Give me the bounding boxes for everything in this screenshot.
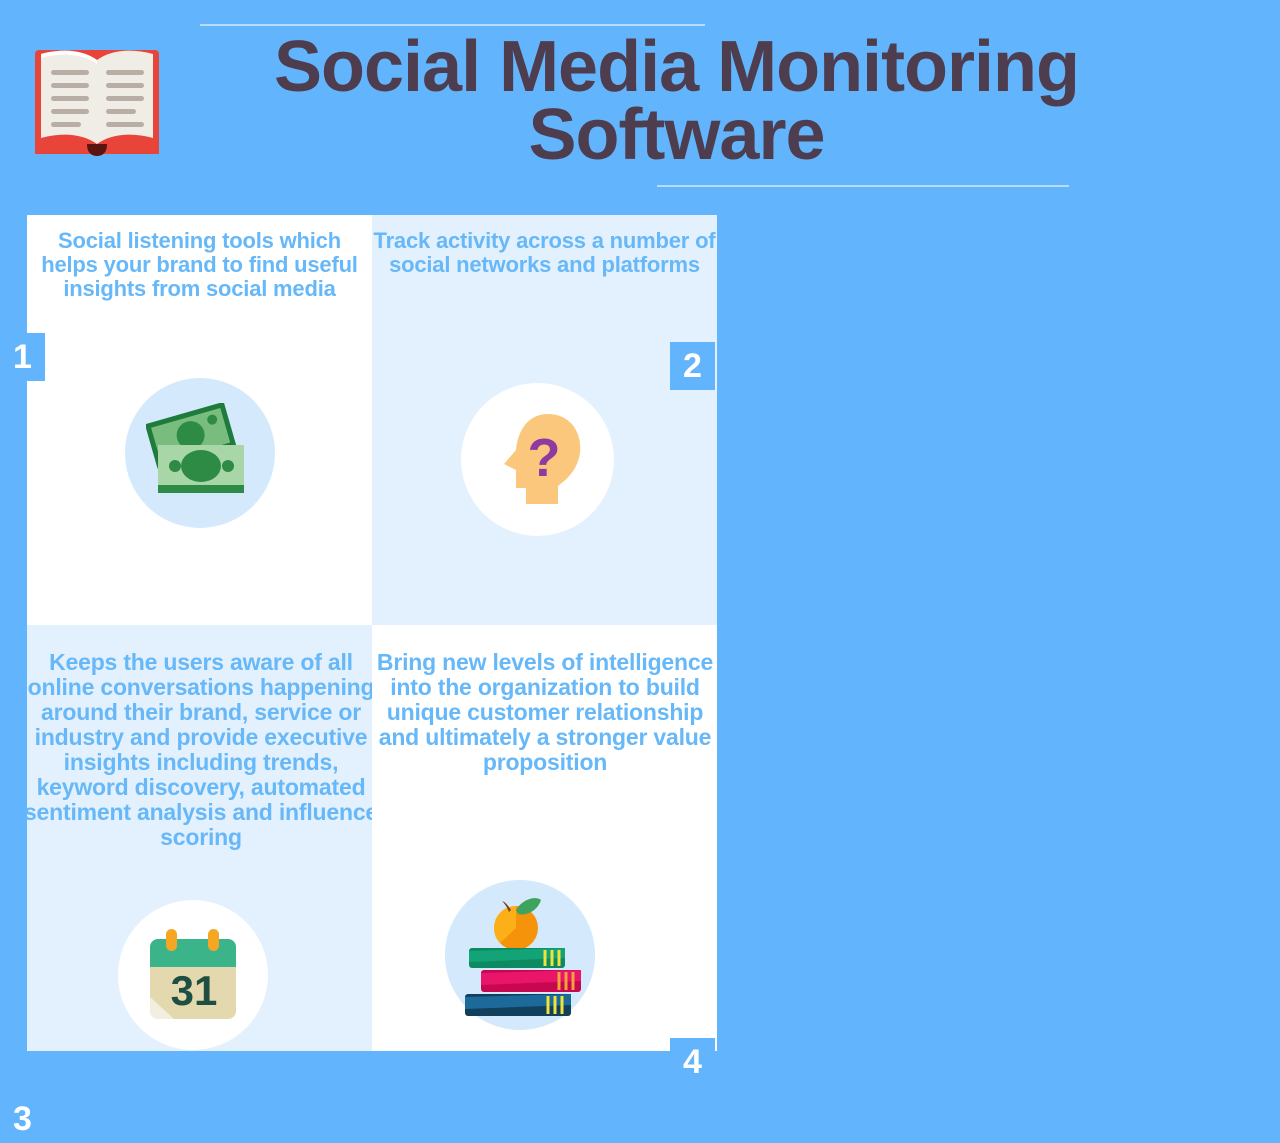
card-3-text: Keeps the users aware of all online conv… xyxy=(23,649,379,851)
calendar-day-label: 31 xyxy=(171,967,218,1014)
head-question-mark-icon: ? xyxy=(461,383,614,536)
cards-grid: Social listening tools which helps your … xyxy=(0,215,717,1143)
money-banknotes-icon xyxy=(125,378,275,528)
card-1-number-badge: 1 xyxy=(0,333,45,381)
title-block: Social Media Monitoring Software xyxy=(200,24,1135,188)
title-rule-bottom xyxy=(657,185,1069,188)
page-title: Social Media Monitoring Software xyxy=(273,27,1080,175)
page-header: Social Media Monitoring Software xyxy=(0,0,1280,200)
card-1-text: Social listening tools which helps your … xyxy=(41,228,358,301)
card-3-number-badge: 3 xyxy=(0,1095,45,1143)
card-4-number-badge: 4 xyxy=(670,1038,715,1086)
title-rule-top xyxy=(200,24,705,26)
card-2-text: Track activity across a number of social… xyxy=(373,228,716,277)
svg-text:?: ? xyxy=(527,428,560,488)
card-2-number-badge: 2 xyxy=(670,342,715,390)
calendar-icon: 31 xyxy=(118,900,268,1050)
card-1[interactable]: Social listening tools which helps your … xyxy=(0,215,372,625)
card-2[interactable]: Track activity across a number of social… xyxy=(372,215,717,625)
books-stack-with-orange-icon xyxy=(445,880,595,1030)
open-book-icon xyxy=(27,36,167,156)
card-4-text: Bring new levels of intelligence into th… xyxy=(376,649,714,776)
